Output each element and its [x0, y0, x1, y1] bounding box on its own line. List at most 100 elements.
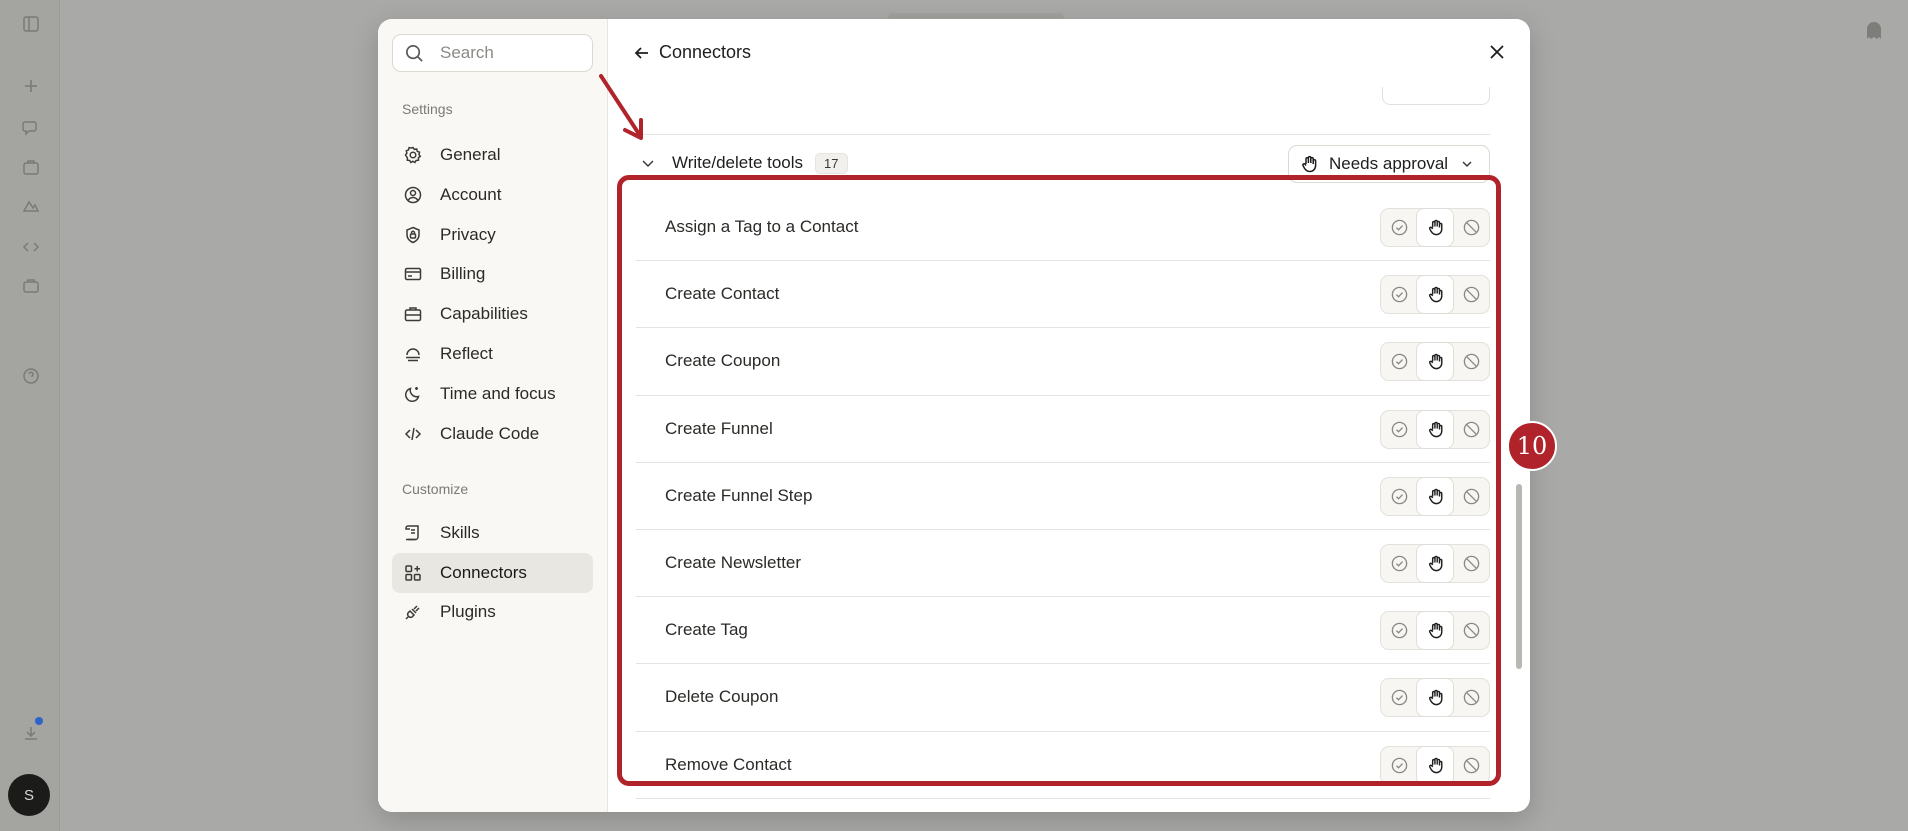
tool-row: Create Coupon — [636, 328, 1490, 396]
tool-row: Assign a Tag to a Contact — [636, 194, 1490, 262]
chevron-down-icon — [1462, 161, 1472, 168]
allow-always-icon[interactable] — [1381, 343, 1417, 380]
permission-toggle-group — [1380, 275, 1490, 315]
tool-row: Create Tag — [636, 597, 1490, 665]
scroll-icon — [402, 522, 424, 544]
help-icon[interactable] — [20, 365, 42, 387]
tool-list: Assign a Tag to a Contact Create Contact C… — [636, 194, 1490, 812]
code-icon[interactable] — [20, 236, 42, 258]
scrollbar-thumb[interactable] — [1516, 484, 1522, 669]
needs-approval-icon[interactable] — [1417, 343, 1453, 381]
tool-row: Create Funnel Step — [636, 463, 1490, 530]
permission-toggle-group — [1380, 543, 1490, 583]
sidebar-item-label: Capabilities — [440, 304, 528, 323]
allow-always-icon[interactable] — [1381, 478, 1417, 515]
permission-toggle-group — [1380, 476, 1490, 516]
connectors-panel: Connectors Write/delete tools 17 Needs a… — [608, 19, 1530, 812]
new-chat-icon[interactable] — [20, 75, 42, 97]
projects-icon[interactable] — [20, 156, 42, 178]
sidebar-item-plugins[interactable]: Plugins — [392, 592, 593, 632]
download-icon[interactable] — [20, 722, 42, 744]
tool-name: Create Funnel Step — [665, 485, 813, 505]
permission-toggle-group — [1380, 208, 1490, 247]
tool-name: Delete Coupon — [665, 687, 779, 707]
sidebar-item-reflect[interactable]: Reflect — [392, 334, 593, 374]
chevron-down-icon[interactable] — [640, 155, 656, 171]
sidebar-item-capabilities[interactable]: Capabilities — [392, 294, 593, 334]
needs-approval-icon[interactable] — [1417, 276, 1453, 314]
block-icon[interactable] — [1453, 478, 1489, 515]
needs-approval-icon[interactable] — [1417, 612, 1453, 650]
block-icon[interactable] — [1453, 209, 1489, 246]
block-icon[interactable] — [1453, 343, 1489, 380]
sidebar-item-label: General — [440, 145, 501, 164]
sidebar-item-label: Reflect — [440, 344, 493, 363]
tool-group-header[interactable]: Write/delete tools 17 Needs approval — [636, 143, 1490, 183]
needs-approval-icon[interactable] — [1417, 746, 1453, 784]
sidebar-item-time-and-focus[interactable]: Time and focus — [392, 374, 593, 414]
block-icon[interactable] — [1453, 276, 1489, 313]
code-icon — [402, 423, 424, 445]
tool-name: Create Coupon — [665, 351, 781, 371]
sidebar-item-label: Billing — [440, 264, 486, 283]
block-icon[interactable] — [1453, 747, 1489, 784]
block-icon[interactable] — [1453, 679, 1489, 716]
artifacts-icon[interactable] — [20, 196, 42, 218]
block-icon[interactable] — [1453, 411, 1489, 448]
allow-always-icon[interactable] — [1381, 747, 1417, 784]
sidebar-item-connectors[interactable]: Connectors — [392, 553, 593, 593]
tool-count-badge: 17 — [815, 152, 848, 174]
previous-tool-row — [636, 87, 1490, 135]
sidebar-item-account[interactable]: Account — [392, 175, 593, 215]
block-icon[interactable] — [1453, 612, 1489, 649]
reflect-icon — [402, 343, 424, 365]
close-icon[interactable] — [1486, 41, 1508, 63]
permission-toggle-group — [1380, 745, 1490, 785]
tool-name: Remove Contact — [665, 754, 792, 774]
briefcase-icon — [402, 303, 424, 325]
allow-always-icon[interactable] — [1381, 679, 1417, 716]
sidebar-toggle-icon[interactable] — [20, 13, 42, 35]
settings-modal: Settings General Account Privacy Billing… — [378, 19, 1530, 812]
sidebar-item-label: Time and focus — [440, 384, 556, 403]
annotation-step-badge: 10 — [1507, 421, 1557, 471]
chats-icon[interactable] — [20, 116, 42, 138]
allow-always-icon[interactable] — [1381, 545, 1417, 582]
needs-approval-icon[interactable] — [1417, 477, 1453, 515]
search-input[interactable] — [440, 43, 590, 63]
app-rail: S — [0, 0, 60, 831]
search-box[interactable] — [392, 34, 593, 72]
allow-always-icon[interactable] — [1381, 276, 1417, 313]
tool-name: Create Tag — [665, 620, 748, 640]
needs-approval-icon[interactable] — [1417, 679, 1453, 717]
sidebar-item-skills[interactable]: Skills — [392, 513, 593, 553]
block-icon[interactable] — [1453, 545, 1489, 582]
panel-header: Connectors — [608, 19, 1530, 87]
sidebar-item-general[interactable]: General — [392, 135, 593, 175]
needs-approval-icon[interactable] — [1417, 209, 1453, 246]
permission-toggle-group — [1380, 678, 1490, 718]
sidebar-item-billing[interactable]: Billing — [392, 254, 593, 294]
permission-toggle-group — [1380, 409, 1490, 449]
plug-icon — [402, 601, 424, 623]
needs-approval-icon[interactable] — [1417, 410, 1453, 448]
avatar[interactable]: S — [8, 774, 50, 816]
sidebar-item-label: Connectors — [440, 563, 527, 582]
allow-always-icon[interactable] — [1381, 209, 1417, 246]
back-arrow-icon[interactable] — [632, 43, 652, 63]
group-title: Write/delete tools — [672, 153, 804, 172]
sidebar-item-label: Privacy — [440, 225, 496, 244]
needs-approval-icon[interactable] — [1417, 544, 1453, 582]
tool-row: Create Contact — [636, 261, 1490, 329]
settings-sidebar: Settings General Account Privacy Billing… — [378, 19, 608, 812]
credit-card-icon — [402, 263, 424, 285]
allow-always-icon[interactable] — [1381, 612, 1417, 649]
allow-always-icon[interactable] — [1381, 411, 1417, 448]
briefcase-icon[interactable] — [20, 275, 42, 297]
permission-toggle-group — [1380, 342, 1490, 382]
sidebar-item-privacy[interactable]: Privacy — [392, 215, 593, 255]
sidebar-item-claude-code[interactable]: Claude Code — [392, 414, 593, 454]
ghost-icon[interactable] — [1862, 19, 1886, 43]
gear-icon — [402, 144, 424, 166]
approval-dropdown[interactable]: Needs approval — [1288, 145, 1490, 183]
